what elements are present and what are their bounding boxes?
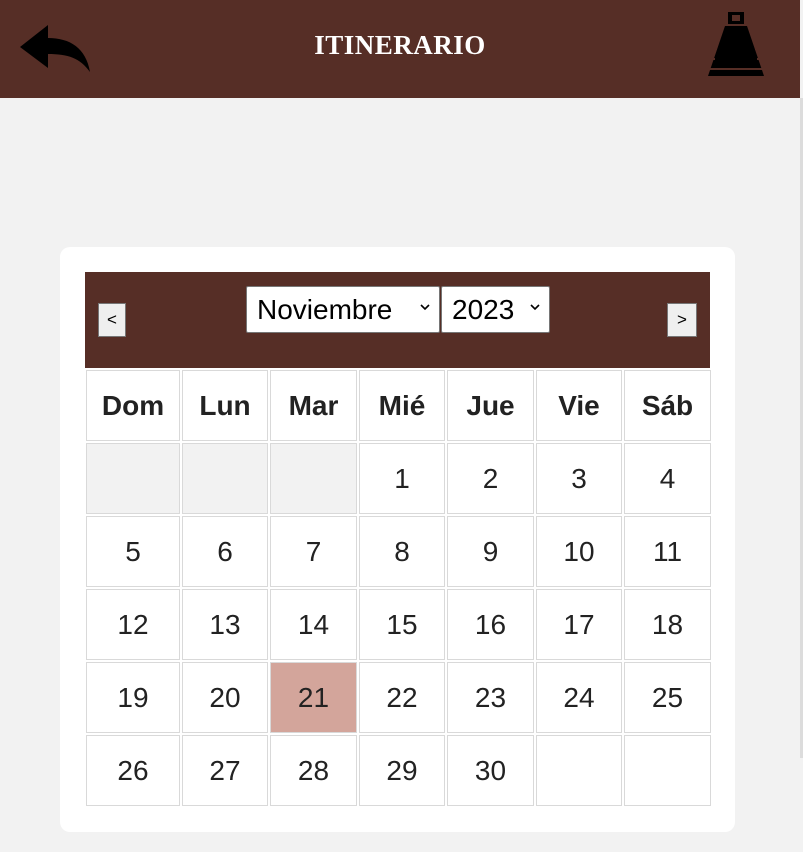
calendar-header: < Noviembre 2023 >	[85, 272, 710, 368]
day-cell[interactable]: 7	[270, 516, 357, 587]
weekday-header: Vie	[536, 370, 622, 441]
chevron-down-icon	[530, 304, 540, 311]
chevron-down-icon	[420, 304, 430, 311]
prev-month-button[interactable]: <	[98, 303, 126, 337]
week-row: 12 13 14 15 16 17 18	[86, 589, 711, 660]
day-cell[interactable]: 19	[86, 662, 180, 733]
day-cell[interactable]: 14	[270, 589, 357, 660]
day-cell[interactable]: 11	[624, 516, 711, 587]
week-row: 5 6 7 8 9 10 11	[86, 516, 711, 587]
day-cell[interactable]: 30	[447, 735, 534, 806]
next-month-button[interactable]: >	[667, 303, 697, 337]
calendar-grid: Dom Lun Mar Mié Jue Vie Sáb 1 2 3 4 5 6 …	[84, 368, 713, 808]
weekday-header: Mié	[359, 370, 445, 441]
week-row: 1 2 3 4	[86, 443, 711, 514]
day-cell[interactable]: 1	[359, 443, 445, 514]
weekday-header: Dom	[86, 370, 180, 441]
empty-day-cell	[86, 443, 180, 514]
month-select-value: Noviembre	[257, 293, 393, 325]
day-cell[interactable]: 2	[447, 443, 534, 514]
day-cell[interactable]: 10	[536, 516, 622, 587]
month-select[interactable]: Noviembre	[246, 286, 440, 333]
empty-day-cell	[270, 443, 357, 514]
weekday-header: Sáb	[624, 370, 711, 441]
day-cell[interactable]: 22	[359, 662, 445, 733]
day-cell[interactable]: 15	[359, 589, 445, 660]
day-cell[interactable]: 26	[86, 735, 180, 806]
empty-day-cell	[182, 443, 268, 514]
blank-cell	[536, 735, 622, 806]
day-cell[interactable]: 12	[86, 589, 180, 660]
day-cell[interactable]: 6	[182, 516, 268, 587]
weekday-header: Mar	[270, 370, 357, 441]
day-cell[interactable]: 25	[624, 662, 711, 733]
day-cell[interactable]: 4	[624, 443, 711, 514]
blank-cell	[624, 735, 711, 806]
selected-day-cell[interactable]: 21	[270, 662, 357, 733]
day-cell[interactable]: 16	[447, 589, 534, 660]
year-select[interactable]: 2023	[441, 286, 550, 333]
week-row: 26 27 28 29 30	[86, 735, 711, 806]
day-cell[interactable]: 5	[86, 516, 180, 587]
day-cell[interactable]: 23	[447, 662, 534, 733]
pyramid-icon	[708, 10, 764, 78]
day-cell[interactable]: 28	[270, 735, 357, 806]
week-row: 19 20 21 22 23 24 25	[86, 662, 711, 733]
top-bar: ITINERARIO	[0, 0, 800, 98]
day-cell[interactable]: 24	[536, 662, 622, 733]
day-cell[interactable]: 27	[182, 735, 268, 806]
year-select-value: 2023	[452, 293, 515, 325]
day-cell[interactable]: 13	[182, 589, 268, 660]
day-cell[interactable]: 17	[536, 589, 622, 660]
day-cell[interactable]: 3	[536, 443, 622, 514]
weekday-header: Lun	[182, 370, 268, 441]
day-cell[interactable]: 9	[447, 516, 534, 587]
day-cell[interactable]: 8	[359, 516, 445, 587]
page-title: ITINERARIO	[314, 30, 486, 60]
day-cell[interactable]: 20	[182, 662, 268, 733]
weekday-header: Jue	[447, 370, 534, 441]
weekday-row: Dom Lun Mar Mié Jue Vie Sáb	[86, 370, 711, 441]
day-cell[interactable]: 29	[359, 735, 445, 806]
day-cell[interactable]: 18	[624, 589, 711, 660]
